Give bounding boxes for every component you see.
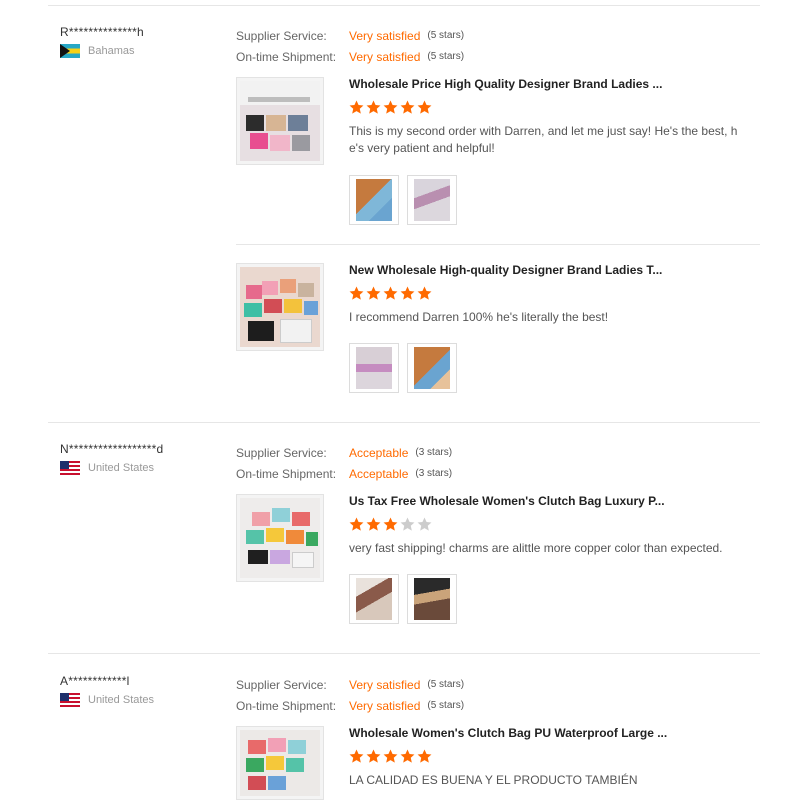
star-filled-icon [383,517,398,531]
supplier-service-label: Supplier Service: [236,28,327,43]
ontime-shipment-rating: On-time Shipment: Very satisfied (5 star… [236,695,536,716]
review-comment: very fast shipping! charms are alittle m… [349,541,723,555]
product-star-rating [348,516,433,536]
reviewer-name: R**************h [60,25,144,39]
supplier-service-value: Very satisfied [349,28,421,43]
supplier-service-stars: (5 stars) [427,679,465,690]
star-empty-icon [400,517,415,531]
review-divider [48,653,760,654]
star-filled-icon [366,749,381,763]
ontime-shipment-value: Acceptable [349,466,409,481]
usa-flag-icon [60,461,80,475]
star-filled-icon [366,100,381,114]
supplier-ratings: Supplier Service: Very satisfied (5 star… [236,25,536,67]
reviewer-info: R**************h Bahamas [60,25,220,58]
country-name: United States [88,694,155,706]
supplier-service-value: Acceptable [349,445,409,460]
product-title[interactable]: New Wholesale High-quality Designer Bran… [349,263,759,278]
product-star-rating [348,285,433,305]
reviewer-info: N******************d United States [60,442,220,475]
star-filled-icon [400,286,415,300]
star-filled-icon [400,100,415,114]
country-name: United States [88,462,155,474]
ontime-shipment-rating: On-time Shipment: Acceptable (3 stars) [236,463,536,484]
product-title[interactable]: Wholesale Women's Clutch Bag PU Waterpro… [349,726,759,741]
review-photos [349,175,465,225]
country-name: Bahamas [88,45,135,57]
review-photo[interactable] [349,574,399,624]
reviewer-country: United States [60,461,220,475]
reviewer-info: A************l United States [60,674,220,707]
product-image[interactable] [236,77,324,165]
product-title[interactable]: Us Tax Free Wholesale Women's Clutch Bag… [349,494,759,509]
supplier-ratings: Supplier Service: Very satisfied (5 star… [236,674,536,716]
bahamas-flag-icon [60,44,80,58]
review-photo[interactable] [407,574,457,624]
star-filled-icon [417,749,432,763]
review-photo[interactable] [407,343,457,393]
review-divider [48,422,760,423]
star-filled-icon [383,286,398,300]
star-filled-icon [349,286,364,300]
ontime-shipment-stars: (5 stars) [427,700,465,711]
product-image[interactable] [236,726,324,800]
supplier-service-rating: Supplier Service: Very satisfied (5 star… [236,674,536,695]
supplier-service-stars: (5 stars) [427,30,465,41]
supplier-service-stars: (3 stars) [415,447,453,458]
reviews-page: R**************h Bahamas Supplier Servic… [0,0,800,800]
item-divider [236,244,760,245]
supplier-service-label: Supplier Service: [236,445,327,460]
review-photos [349,574,465,624]
review-comment: I recommend Darren 100% he's literally t… [349,310,609,324]
star-filled-icon [349,100,364,114]
top-divider [48,5,760,6]
star-filled-icon [366,517,381,531]
supplier-service-rating: Supplier Service: Acceptable (3 stars) [236,442,536,463]
product-image[interactable] [236,263,324,351]
star-filled-icon [383,100,398,114]
reviewer-name: A************l [60,674,130,688]
star-filled-icon [366,286,381,300]
supplier-service-value: Very satisfied [349,677,421,692]
star-filled-icon [349,749,364,763]
ontime-shipment-value: Very satisfied [349,698,421,713]
ontime-shipment-rating: On-time Shipment: Very satisfied (5 star… [236,46,536,67]
supplier-service-rating: Supplier Service: Very satisfied (5 star… [236,25,536,46]
product-star-rating [348,99,433,119]
review-comment: LA CALIDAD ES BUENA Y EL PRODUCTO TAMBIÉ… [349,773,638,787]
usa-flag-icon [60,693,80,707]
ontime-shipment-label: On-time Shipment: [236,466,337,481]
reviewer-country: Bahamas [60,44,220,58]
reviewer-country: United States [60,693,220,707]
review-photo[interactable] [349,343,399,393]
star-filled-icon [417,100,432,114]
product-title[interactable]: Wholesale Price High Quality Designer Br… [349,77,759,92]
reviewer-name: N******************d [60,442,164,456]
star-empty-icon [417,517,432,531]
ontime-shipment-value: Very satisfied [349,49,421,64]
star-filled-icon [349,517,364,531]
review-comment: This is my second order with Darren, and… [349,124,738,155]
product-image[interactable] [236,494,324,582]
star-filled-icon [400,749,415,763]
review-photo[interactable] [349,175,399,225]
review-photo[interactable] [407,175,457,225]
supplier-service-label: Supplier Service: [236,677,327,692]
ontime-shipment-stars: (3 stars) [415,468,453,479]
star-filled-icon [417,286,432,300]
supplier-ratings: Supplier Service: Acceptable (3 stars) O… [236,442,536,484]
ontime-shipment-stars: (5 stars) [427,51,465,62]
review-photos [349,343,465,393]
star-filled-icon [383,749,398,763]
ontime-shipment-label: On-time Shipment: [236,698,337,713]
ontime-shipment-label: On-time Shipment: [236,49,337,64]
product-star-rating [348,748,433,768]
